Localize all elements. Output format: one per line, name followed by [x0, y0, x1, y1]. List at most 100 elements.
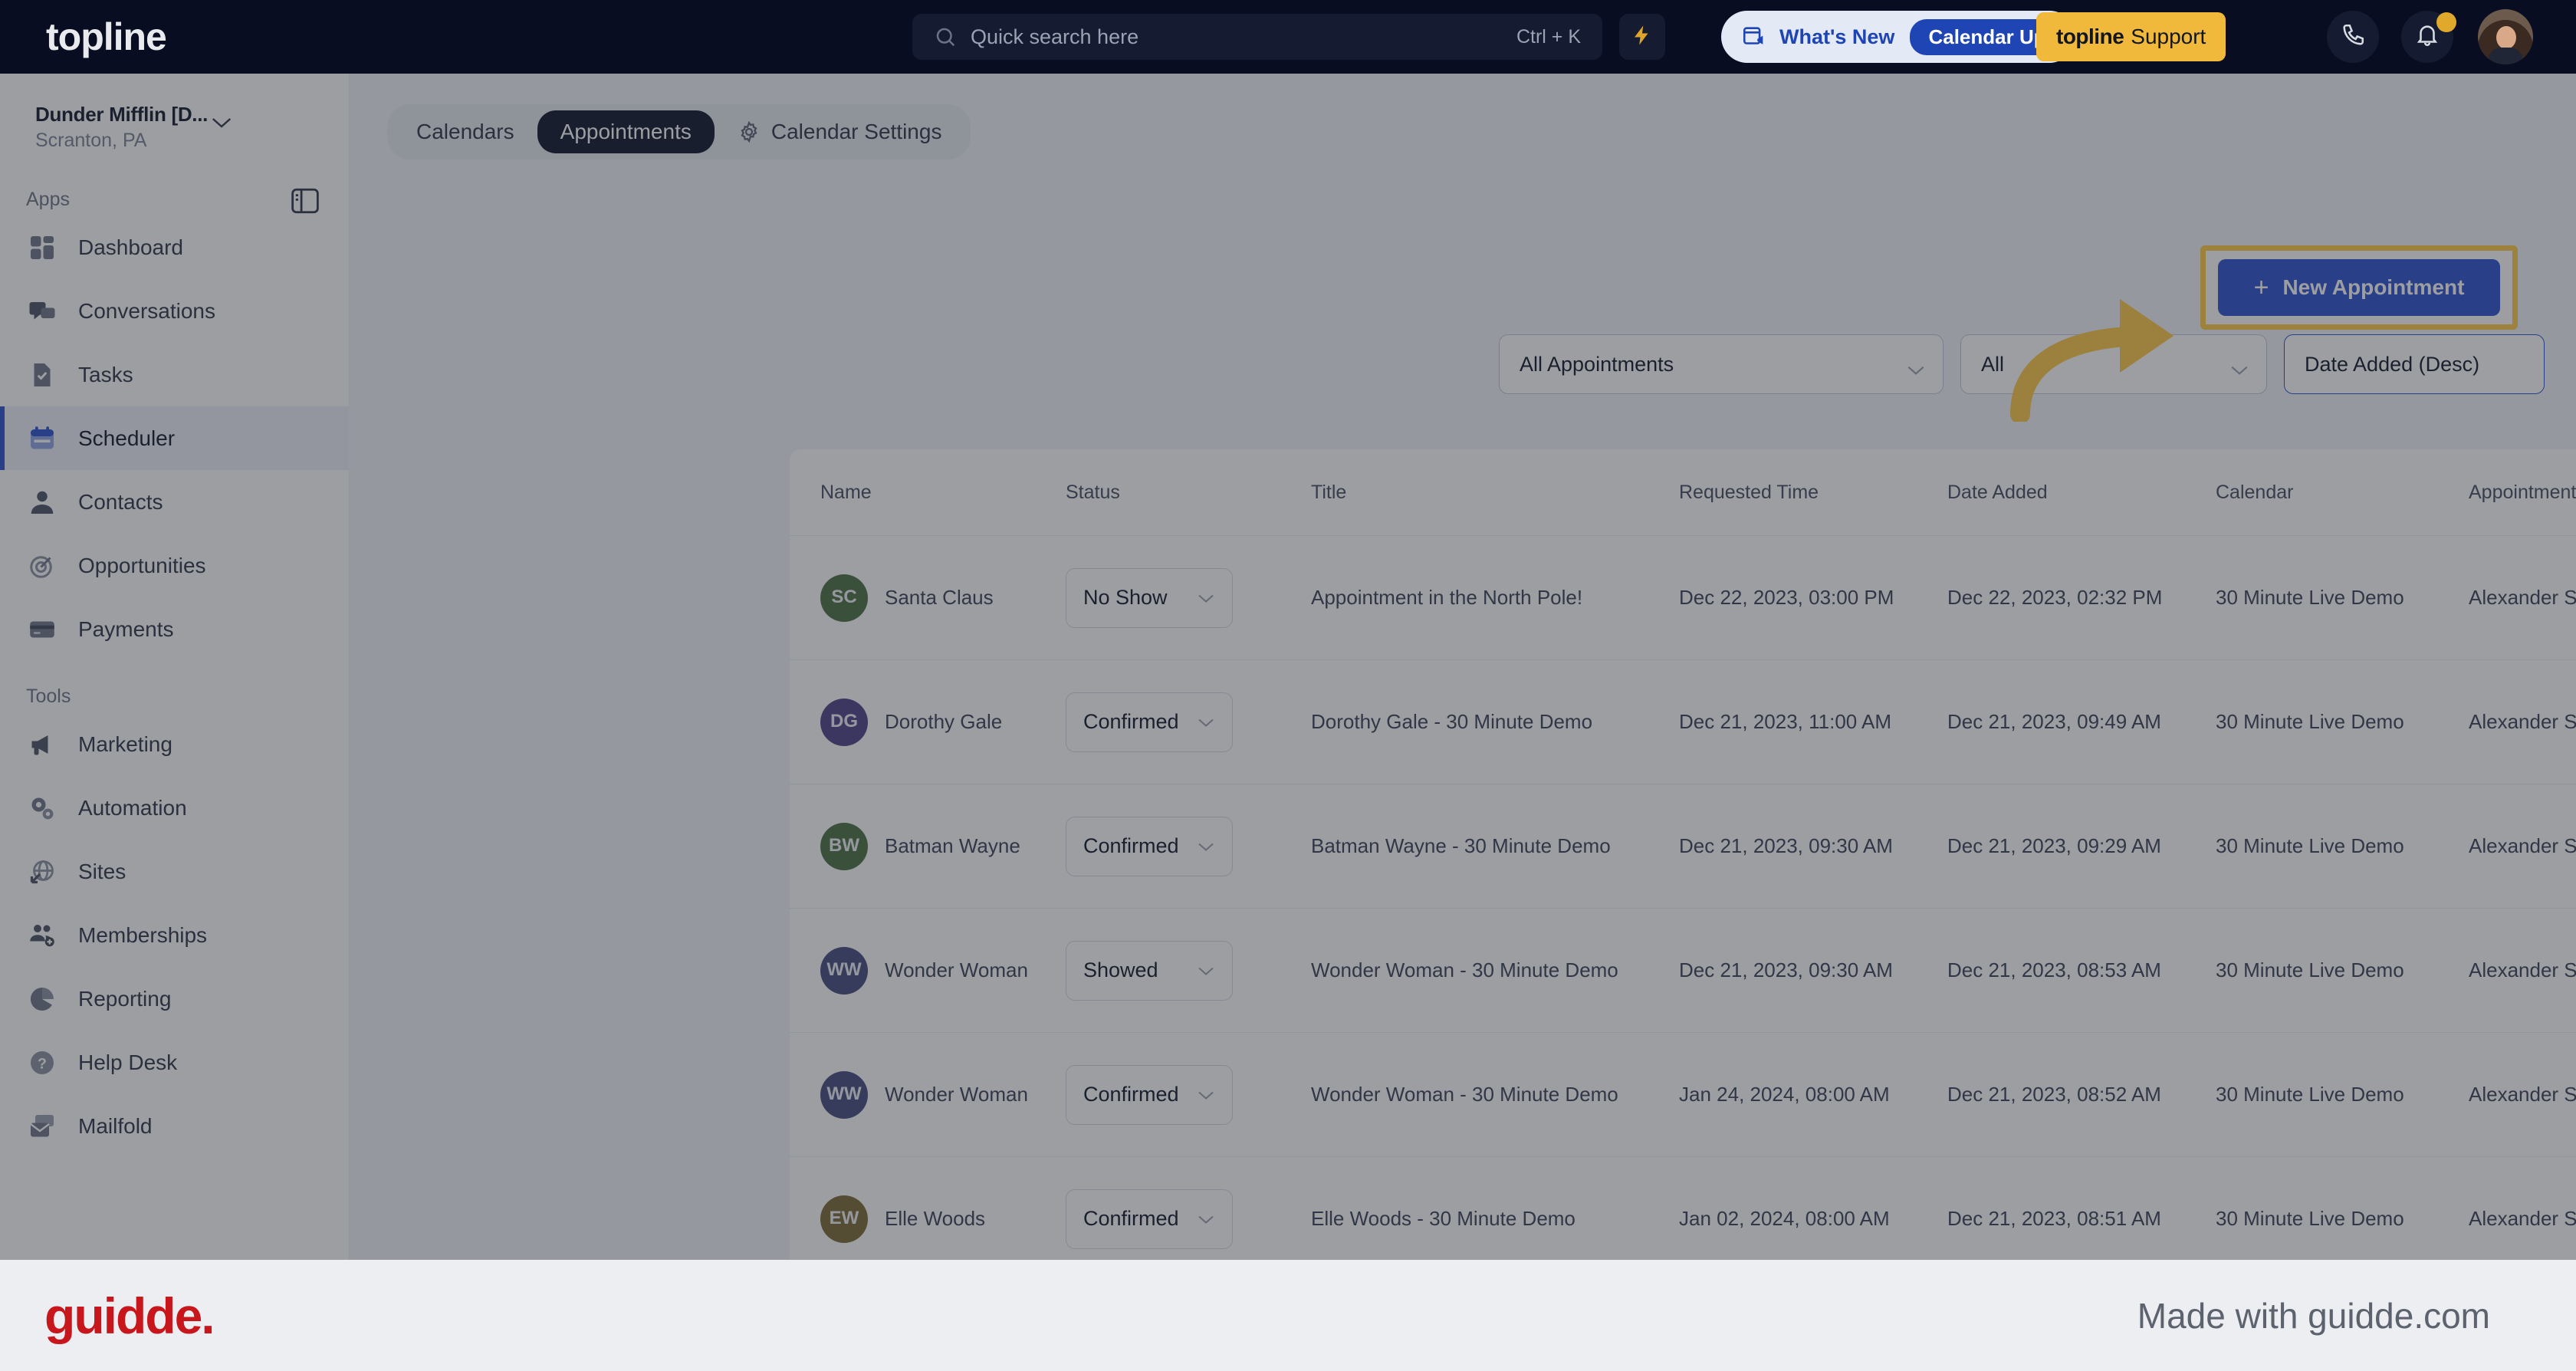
status-select[interactable]: Showed — [1066, 940, 1233, 1001]
sidebar-item-conversations[interactable]: Conversations — [0, 279, 349, 343]
sidebar-item-scheduler[interactable]: Scheduler — [0, 406, 349, 470]
cell-calendar: 30 Minute Live Demo — [2216, 709, 2404, 733]
sort-order-select[interactable]: Date Added (Desc) — [2284, 334, 2545, 394]
table-row[interactable]: WW Wonder Woman Confirmed Wonder Woman - 30… — [790, 1033, 2576, 1157]
cell-title: Batman Wayne - 30 Minute Demo — [1311, 833, 1611, 857]
chevron-down-icon — [1906, 358, 1926, 382]
column-header-title[interactable]: Title — [1311, 482, 1679, 504]
column-header-calendar[interactable]: Calendar — [2216, 482, 2469, 504]
sidebar-item-label: Tasks — [78, 362, 133, 386]
scheduler-tabs: Calendars Appointments Calendar Settings — [387, 104, 971, 159]
whats-new-banner[interactable]: What's New Calendar Updat — [1721, 11, 2076, 63]
table-row[interactable]: SC Santa Claus No Show Appointment in the N… — [790, 536, 2576, 660]
chevron-down-icon — [1197, 1080, 1215, 1110]
guidde-logo: guidde. — [44, 1287, 215, 1344]
status-filter-select[interactable]: All — [1960, 334, 2267, 394]
new-appointment-button[interactable]: + New Appointment — [2218, 259, 2500, 316]
whats-new-pill[interactable]: Calendar Updat — [1910, 18, 2056, 55]
status-select[interactable]: Confirmed — [1066, 816, 1233, 876]
table-row[interactable]: WW Wonder Woman Showed Wonder Woman - 30 Mi… — [790, 909, 2576, 1033]
chevron-down-icon — [1197, 583, 1215, 613]
contact-name: Santa Claus — [885, 585, 994, 609]
column-header-appointment-owner[interactable]: Appointment Owner — [2469, 482, 2576, 504]
appointment-scope-select[interactable]: All Appointments — [1499, 334, 1944, 394]
avatar-body — [2489, 48, 2522, 64]
table-row[interactable]: BW Batman Wayne Confirmed Batman Wayne - 30… — [790, 784, 2576, 909]
cell-requested-time: Dec 22, 2023, 03:00 PM — [1679, 585, 1894, 609]
status-select[interactable]: Confirmed — [1066, 692, 1233, 752]
new-appointment-highlight: + New Appointment — [2200, 245, 2518, 330]
people-add-icon — [26, 919, 58, 952]
tab-label: Calendar Settings — [770, 120, 942, 143]
sidebar-item-label: Conversations — [78, 298, 215, 323]
sidebar-item-payments[interactable]: Payments — [0, 597, 349, 661]
chat-bubbles-icon — [26, 295, 58, 327]
cell-requested-time: Dec 21, 2023, 11:00 AM — [1679, 709, 1892, 733]
cell-date-added: Dec 21, 2023, 09:29 AM — [1947, 833, 2161, 857]
sidebar-item-opportunities[interactable]: Opportunities — [0, 534, 349, 597]
status-select[interactable]: Confirmed — [1066, 1064, 1233, 1125]
dashboard-icon — [26, 232, 58, 264]
mail-stack-icon — [26, 1110, 58, 1142]
sidebar-item-label: Opportunities — [78, 553, 206, 577]
sidebar-item-help-desk[interactable]: ? Help Desk — [0, 1031, 349, 1094]
sidebar-item-label: Help Desk — [78, 1050, 178, 1074]
column-header-date-added[interactable]: Date Added — [1947, 482, 2216, 504]
sidebar-item-tasks[interactable]: Tasks — [0, 343, 349, 406]
bell-icon — [2414, 22, 2440, 52]
table-row[interactable]: DG Dorothy Gale Confirmed Dorothy Gale - 30… — [790, 660, 2576, 784]
cell-date-added: Dec 21, 2023, 08:51 AM — [1947, 1206, 2161, 1230]
guidde-footer: guidde. Made with guidde.com — [0, 1260, 2576, 1371]
topline-support-badge[interactable]: topline Support — [2036, 12, 2226, 61]
cell-title: Wonder Woman - 30 Minute Demo — [1311, 1082, 1618, 1106]
sidebar-item-reporting[interactable]: Reporting — [0, 967, 349, 1031]
status-select[interactable]: Confirmed — [1066, 1189, 1233, 1249]
target-icon — [26, 550, 58, 582]
made-with-guidde-text: Made with guidde.com — [2137, 1295, 2490, 1336]
org-switcher[interactable]: Dunder Mifflin [D... Scranton, PA — [21, 94, 244, 164]
search-icon — [934, 25, 957, 48]
contact-name: Dorothy Gale — [885, 709, 1003, 733]
cell-appointment-owner: Alexander Skatell — [2469, 833, 2576, 857]
status-select[interactable]: No Show — [1066, 567, 1233, 628]
contact-name: Wonder Woman — [885, 1082, 1028, 1106]
tab-calendar-settings[interactable]: Calendar Settings — [715, 110, 965, 153]
svg-text:?: ? — [38, 1055, 47, 1072]
column-header-requested-time[interactable]: Requested Time — [1679, 482, 1947, 504]
sidebar-item-sites[interactable]: Sites — [0, 840, 349, 903]
sidebar-item-marketing[interactable]: Marketing — [0, 712, 349, 776]
avatar: WW — [820, 946, 868, 995]
cell-appointment-owner: Alexander Skatell — [2469, 709, 2576, 733]
cell-status: Showed — [1066, 940, 1311, 1001]
contact-name: Wonder Woman — [885, 958, 1028, 981]
panel-collapse-icon[interactable] — [290, 187, 320, 219]
task-check-icon — [26, 359, 58, 391]
search-input[interactable]: Quick search here Ctrl + K — [912, 14, 1602, 60]
contact-name: Batman Wayne — [885, 833, 1020, 857]
tab-appointments[interactable]: Appointments — [537, 110, 715, 153]
sidebar-item-dashboard[interactable]: Dashboard — [0, 215, 349, 279]
avatar: EW — [820, 1195, 868, 1243]
column-header-name[interactable]: Name — [790, 482, 1066, 504]
cell-calendar: 30 Minute Live Demo — [2216, 1082, 2404, 1106]
sidebar-item-label: Scheduler — [78, 426, 176, 450]
support-label: Support — [2131, 25, 2206, 48]
sidebar: Dunder Mifflin [D... Scranton, PA Apps D… — [0, 74, 349, 1371]
tab-calendars[interactable]: Calendars — [393, 110, 537, 153]
sidebar-item-contacts[interactable]: Contacts — [0, 470, 349, 534]
column-header-status[interactable]: Status — [1066, 482, 1311, 504]
sidebar-section-tools: Tools — [26, 686, 71, 707]
phone-button[interactable] — [2327, 11, 2379, 63]
cell-name: DG Dorothy Gale — [790, 698, 1066, 746]
quick-actions-button[interactable] — [1619, 14, 1665, 60]
cell-date-added: Dec 22, 2023, 02:32 PM — [1947, 585, 2163, 609]
cell-name: BW Batman Wayne — [790, 822, 1066, 870]
sidebar-item-automation[interactable]: Automation — [0, 776, 349, 840]
sidebar-item-label: Mailfold — [78, 1113, 153, 1138]
new-appointment-label: New Appointment — [2282, 275, 2465, 299]
sidebar-item-memberships[interactable]: Memberships — [0, 903, 349, 967]
cell-status: No Show — [1066, 567, 1311, 628]
sidebar-item-mailfold[interactable]: Mailfold — [0, 1094, 349, 1158]
cell-date-added: Dec 21, 2023, 09:49 AM — [1947, 709, 2161, 733]
avatar[interactable] — [2478, 9, 2533, 64]
